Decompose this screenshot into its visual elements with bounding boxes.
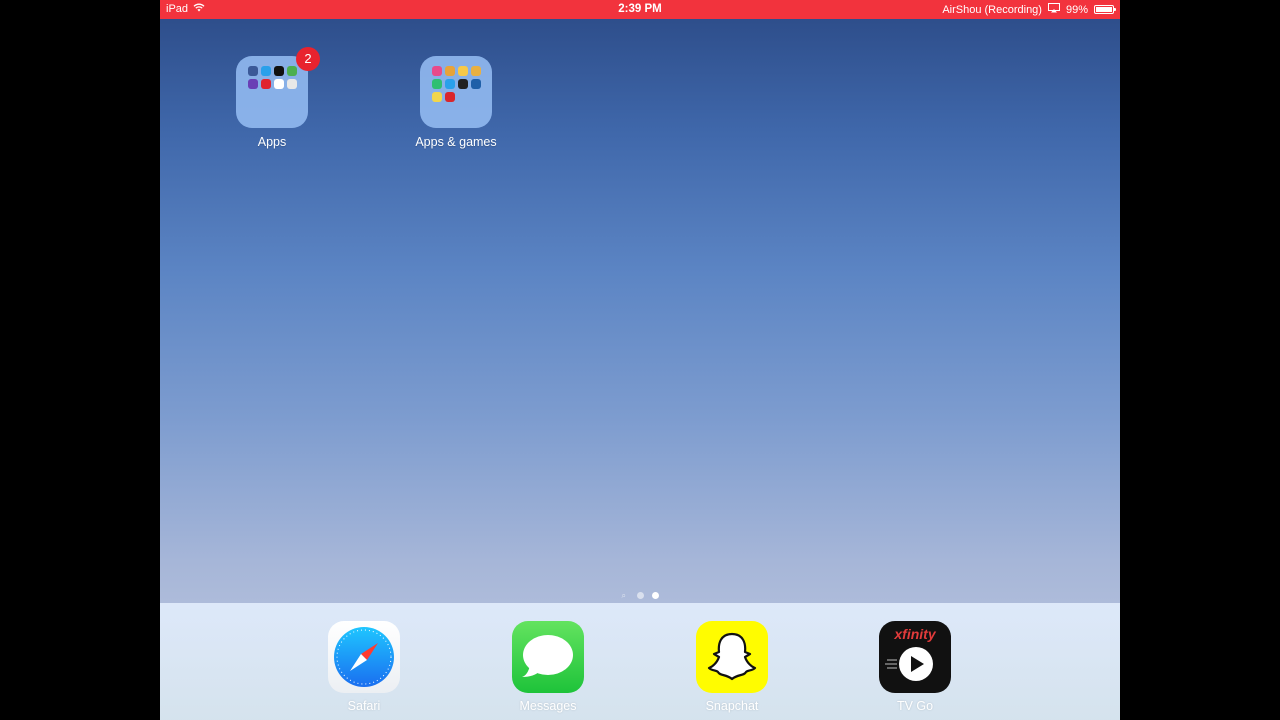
mini-app-icon (471, 66, 481, 76)
mini-app-icon (274, 79, 284, 89)
dock-app-safari[interactable]: Safari (309, 621, 419, 713)
page-dot-1[interactable] (636, 592, 644, 599)
mini-app-icon (261, 66, 271, 76)
mini-app-icon (432, 79, 442, 89)
status-bar: iPad 2:39 PM AirShou (Recording) 99% (160, 0, 1120, 19)
mini-app-icon (445, 66, 455, 76)
battery-fill (1096, 7, 1112, 12)
dock-app-label: Safari (347, 699, 381, 713)
battery-icon (1094, 5, 1116, 14)
folder-apps[interactable]: 2 Apps (212, 47, 332, 149)
folder-icon[interactable] (420, 56, 492, 128)
dock-app-tv-go[interactable]: xfinity TV Go (860, 621, 970, 713)
mini-app-icon (445, 79, 455, 89)
battery-percent: 99% (1065, 3, 1088, 16)
dock: Safari Messages Snapchat xfinity TV Go (160, 603, 1120, 720)
notification-badge: 2 (296, 47, 320, 71)
folder-label: Apps (257, 135, 287, 149)
dock-app-label: Snapchat (705, 699, 759, 713)
mini-app-icon (274, 66, 284, 76)
folder-label: Apps & games (415, 135, 497, 149)
dock-app-label: Messages (519, 699, 577, 713)
mini-app-icon (287, 79, 297, 89)
status-bar-right: AirShou (Recording) 99% (942, 3, 1116, 16)
dock-app-label: TV Go (896, 699, 934, 713)
mini-app-icon (432, 66, 442, 76)
mini-app-icon (432, 92, 442, 102)
mini-app-icon (471, 79, 481, 89)
mini-app-icon (248, 79, 258, 89)
safari-compass-icon[interactable] (328, 621, 400, 693)
folder-apps-and-games[interactable]: Apps & games (396, 56, 516, 149)
dock-app-snapchat[interactable]: Snapchat (677, 621, 787, 713)
folder-icon[interactable]: 2 (236, 47, 320, 128)
dock-app-messages[interactable]: Messages (493, 621, 603, 713)
mini-app-icon (458, 66, 468, 76)
recording-indicator: AirShou (Recording) (942, 3, 1042, 16)
page-indicator[interactable]: ⌕ (160, 592, 1120, 600)
airplay-icon (1047, 3, 1060, 16)
xfinity-play-icon[interactable]: xfinity (879, 621, 951, 693)
search-page-icon[interactable]: ⌕ (622, 592, 629, 600)
folder-preview-grid (248, 66, 297, 89)
mini-app-icon (248, 66, 258, 76)
folder-preview-grid (432, 66, 481, 102)
mini-app-icon (261, 79, 271, 89)
page-dot-2[interactable] (651, 592, 659, 599)
mini-app-icon (287, 66, 297, 76)
ipad-home-screen: iPad 2:39 PM AirShou (Recording) 99% 2 A… (160, 0, 1120, 720)
mini-app-icon (445, 92, 455, 102)
ghost-icon[interactable] (696, 621, 768, 693)
speech-bubble-icon[interactable] (512, 621, 584, 693)
mini-app-icon (458, 79, 468, 89)
